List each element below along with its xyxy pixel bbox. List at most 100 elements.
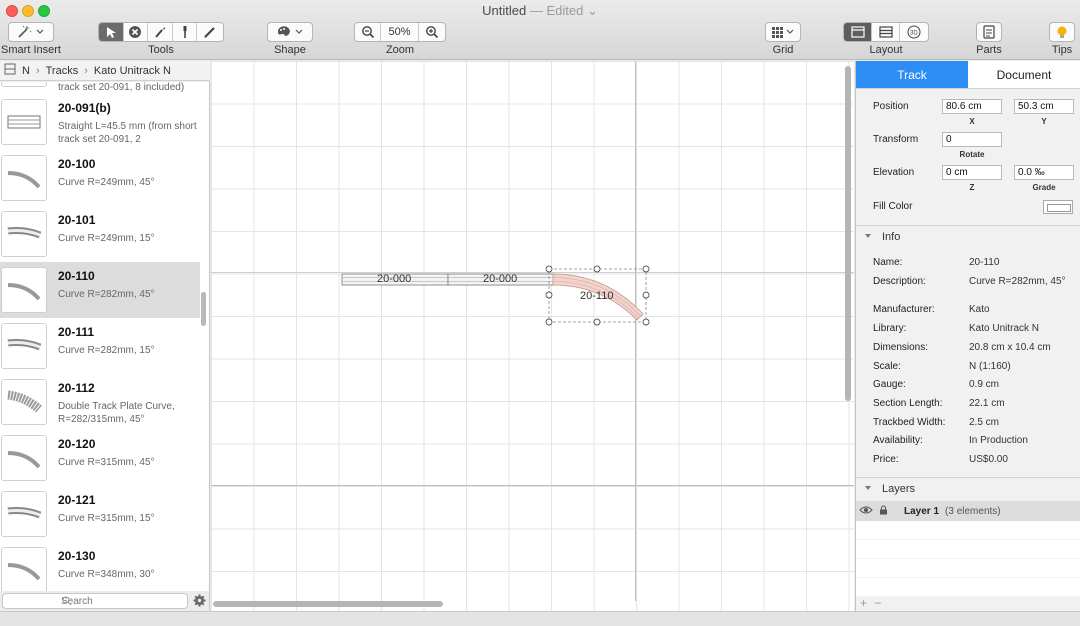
info-value: Curve R=282mm, 45° <box>969 276 1066 287</box>
info-key: Trackbed Width: <box>873 417 946 428</box>
part-description: Straight L=45.5 mm (from short track set… <box>58 121 197 145</box>
info-value: US$0.00 <box>969 454 1008 465</box>
straight-track-icon <box>1 82 47 87</box>
gear-icon[interactable] <box>193 594 206 610</box>
list-item[interactable]: 20-091(b) Straight L=45.5 mm (from short … <box>0 94 200 150</box>
list-item[interactable]: 20-101 Curve R=249mm, 15° <box>0 206 200 262</box>
zoom-level[interactable]: 50% <box>381 23 419 41</box>
list-item[interactable]: 20-111 Curve R=282mm, 15° <box>0 318 200 374</box>
layers-section-header[interactable]: Layers <box>856 477 1080 499</box>
toolbar: Untitled — Edited ⌄ Smart Insert Tools S… <box>0 0 1080 60</box>
layout-editor-button[interactable] <box>844 23 873 41</box>
select-tool[interactable] <box>99 23 124 41</box>
track-label-1: 20-000 <box>377 273 412 285</box>
rotate-field[interactable]: 0 <box>942 132 1002 147</box>
add-layer-button[interactable]: + <box>860 596 867 610</box>
grid-group: Grid <box>765 22 801 56</box>
info-key: Dimensions: <box>873 342 929 353</box>
info-key: Scale: <box>873 361 901 372</box>
tips-button[interactable] <box>1049 22 1075 42</box>
info-section-header[interactable]: Info <box>856 225 1080 247</box>
chevron-down-icon[interactable]: ⌄ <box>587 3 598 18</box>
fill-color-well[interactable] <box>1043 200 1073 214</box>
position-x-field[interactable]: 80.6 cm <box>942 99 1002 114</box>
info-value: 22.1 cm <box>969 398 1005 409</box>
parts-list-scrollbar[interactable] <box>201 292 206 326</box>
svg-text:3D: 3D <box>910 31 918 37</box>
grid-label: Grid <box>772 44 794 56</box>
parts-label: Parts <box>976 44 1002 56</box>
breadcrumb-root[interactable]: N <box>22 65 30 77</box>
tab-track[interactable]: Track <box>856 61 968 89</box>
breadcrumb-tracks[interactable]: Tracks <box>46 65 79 77</box>
curve-track-icon <box>1 547 47 591</box>
resize-handle[interactable] <box>545 265 553 273</box>
info-key: Availability: <box>873 435 923 446</box>
info-key: Section Length: <box>873 398 943 409</box>
part-description: track set 20-091, 8 included) <box>58 82 185 93</box>
info-value: 0.9 cm <box>969 379 1000 390</box>
tips-label: Tips <box>1051 44 1073 56</box>
layout-split-button[interactable] <box>872 23 900 41</box>
layer-row[interactable]: Layer 1 (3 elements) <box>856 501 1080 521</box>
knife-tool[interactable] <box>173 23 198 41</box>
resize-handle[interactable] <box>593 318 601 326</box>
info-key: Price: <box>873 454 899 465</box>
palette-icon <box>268 23 312 41</box>
resize-handle[interactable] <box>545 318 553 326</box>
edited-status[interactable]: — Edited <box>530 3 583 18</box>
pencil-tool[interactable] <box>197 23 223 41</box>
curve-track-icon <box>1 211 47 257</box>
list-item[interactable]: 20-120 Curve R=315mm, 45° <box>0 430 200 486</box>
resize-handle[interactable] <box>593 265 601 273</box>
grade-field[interactable]: 0.0 ‰ <box>1014 165 1074 180</box>
zoom-in-button[interactable] <box>419 23 445 41</box>
list-item[interactable]: 20-121 Curve R=315mm, 15° <box>0 486 200 542</box>
shape-label: Shape <box>274 44 306 56</box>
lightbulb-icon <box>1050 23 1074 41</box>
parts-button[interactable] <box>976 22 1002 42</box>
tips-group: Tips <box>1049 22 1075 56</box>
layout-3d-button[interactable]: 3D <box>900 23 928 41</box>
part-code: 20-101 <box>58 213 96 227</box>
list-item[interactable]: 20-130 Curve R=348mm, 30° <box>0 542 200 591</box>
search-input[interactable] <box>2 593 188 609</box>
position-label: Position <box>873 101 909 112</box>
layout-canvas[interactable]: 20-000 20-000 20-110 <box>211 61 854 611</box>
remove-layer-button[interactable]: − <box>874 596 881 610</box>
part-code: 20-120 <box>58 437 96 451</box>
grid-button[interactable] <box>765 22 801 42</box>
resize-handle[interactable] <box>642 291 650 299</box>
smart-insert-group: Smart Insert <box>1 22 61 56</box>
tab-document[interactable]: Document <box>968 61 1080 89</box>
delete-tool[interactable] <box>124 23 149 41</box>
eye-icon[interactable] <box>859 505 873 518</box>
transform-label: Transform <box>873 134 919 145</box>
resize-handle[interactable] <box>642 318 650 326</box>
smart-insert-button[interactable] <box>8 22 54 42</box>
list-item[interactable]: 20-100 Curve R=249mm, 45° <box>0 150 200 206</box>
list-item[interactable]: track set 20-091, 8 included) <box>0 82 200 93</box>
part-description: Curve R=282mm, 15° <box>58 345 155 356</box>
list-item[interactable]: 20-112 Double Track Plate Curve, R=282/31… <box>0 374 200 430</box>
canvas-vertical-scrollbar[interactable] <box>845 66 851 401</box>
part-code: 20-091(b) <box>58 101 111 115</box>
tools-label: Tools <box>148 44 174 56</box>
resize-handle[interactable] <box>545 291 553 299</box>
layer-name: Layer 1 <box>904 505 940 517</box>
tools-segmented <box>98 22 224 42</box>
resize-handle[interactable] <box>642 265 650 273</box>
brush-tool[interactable] <box>148 23 173 41</box>
canvas-horizontal-scrollbar[interactable] <box>213 601 443 607</box>
breadcrumb: N › Tracks › Kato Unitrack N <box>0 61 210 81</box>
list-item-selected[interactable]: 20-110 Curve R=282mm, 45° <box>0 262 200 318</box>
part-code: 20-100 <box>58 157 96 171</box>
shape-button[interactable] <box>267 22 313 42</box>
magic-wand-icon <box>9 23 53 41</box>
position-y-field[interactable]: 50.3 cm <box>1014 99 1074 114</box>
zoom-out-button[interactable] <box>355 23 381 41</box>
lock-icon[interactable] <box>879 505 888 518</box>
curve-track-icon <box>1 435 47 481</box>
elevation-z-field[interactable]: 0 cm <box>942 165 1002 180</box>
breadcrumb-library[interactable]: Kato Unitrack N <box>94 65 171 77</box>
